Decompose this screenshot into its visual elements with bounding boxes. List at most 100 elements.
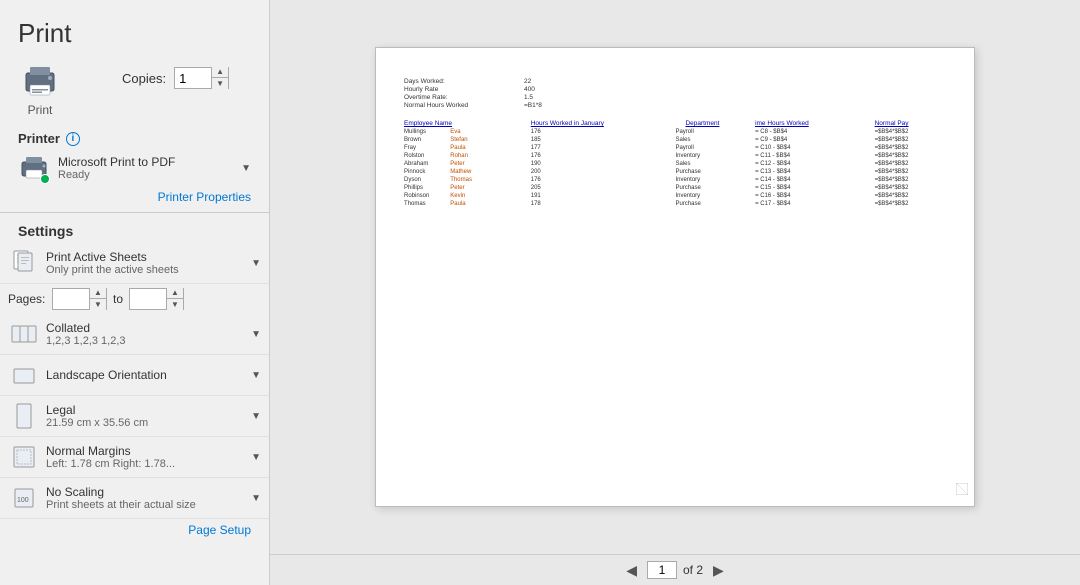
preview-info-row-4: Normal Hours Worked =B1*8 — [404, 102, 946, 109]
copies-label: Copies: — [122, 71, 166, 86]
pages-to-down-btn[interactable]: ▼ — [167, 299, 183, 310]
pages-to-input-wrap: ▲ ▼ — [129, 288, 184, 310]
setting-row-collated[interactable]: Collated 1,2,3 1,2,3 1,2,3 ▼ — [0, 314, 269, 355]
left-panel: Print Print Copies: ▲ ▼ — [0, 0, 270, 585]
table-row: BrownStefan185Sales= C9 - $B$4=$B$4*$B$2 — [404, 136, 946, 144]
margins-icon — [8, 441, 40, 473]
printer-row[interactable]: Microsoft Print to PDF Ready ▼ — [0, 148, 269, 188]
preview-info-row-2: Hourly Rate 400 — [404, 86, 946, 93]
preview-info-value-4: =B1*8 — [524, 102, 542, 109]
pages-from-up-btn[interactable]: ▲ — [90, 288, 106, 299]
printer-status: Ready — [58, 169, 233, 181]
print-button[interactable]: Print — [18, 59, 62, 117]
setting-arrow-collated: ▼ — [251, 329, 261, 340]
pages-from-down-btn[interactable]: ▼ — [90, 299, 106, 310]
table-row: AbrahamPeter190Sales= C12 - $B$4=$B$4*$B… — [404, 160, 946, 168]
setting-text-collated: Collated 1,2,3 1,2,3 1,2,3 — [46, 321, 245, 347]
table-row: RolstonRohan176Inventory= C11 - $B$4=$B$… — [404, 152, 946, 160]
pages-from-input[interactable] — [53, 289, 89, 309]
orientation-icon — [8, 359, 40, 391]
printer-icon-wrap — [18, 152, 50, 184]
copies-up-btn[interactable]: ▲ — [212, 67, 228, 78]
setting-text-margins: Normal Margins Left: 1.78 cm Right: 1.78… — [46, 444, 245, 470]
preview-table-header-row: Employee Name Hours Worked in January De… — [404, 119, 946, 128]
setting-title-paper-size: Legal — [46, 403, 245, 417]
preview-info-value-2: 400 — [524, 86, 535, 93]
setting-desc-collated: 1,2,3 1,2,3 1,2,3 — [46, 335, 245, 347]
setting-arrow-paper-size: ▼ — [251, 411, 261, 422]
page-of-text: of 2 — [683, 563, 703, 577]
preview-th-dept: Department — [675, 119, 751, 128]
printer-properties-link[interactable]: Printer Properties — [0, 188, 269, 210]
preview-info-label-4: Normal Hours Worked — [404, 102, 504, 109]
page-prev-btn[interactable]: ◀ — [622, 562, 641, 579]
pages-to-input[interactable] — [130, 289, 166, 309]
pages-from-input-wrap: ▲ ▼ — [52, 288, 107, 310]
preview-th-hours: Hours Worked in January — [491, 119, 676, 128]
copies-down-btn[interactable]: ▼ — [212, 78, 228, 89]
table-row: ThomasPaula178Purchase= C17 - $B$4=$B$4*… — [404, 200, 946, 208]
setting-row-scaling[interactable]: 100 No Scaling Print sheets at their act… — [0, 478, 269, 519]
page-number-input[interactable] — [647, 561, 677, 579]
copies-input-wrap: ▲ ▼ — [174, 67, 229, 89]
setting-text-orientation: Landscape Orientation — [46, 368, 245, 382]
pages-label: Pages: — [8, 292, 46, 306]
preview-info-label-3: Overtime Rate: — [404, 94, 504, 101]
scaling-icon: 100 — [8, 482, 40, 514]
pages-to-label: to — [113, 292, 123, 306]
setting-row-margins[interactable]: Normal Margins Left: 1.78 cm Right: 1.78… — [0, 437, 269, 478]
setting-row-orientation[interactable]: Landscape Orientation ▼ — [0, 355, 269, 396]
preview-corner-icon — [956, 482, 968, 500]
pagination-bar: ◀ of 2 ▶ — [270, 554, 1080, 585]
preview-info-label-1: Days Worked: — [404, 78, 504, 85]
preview-th-pay: Normal Pay — [855, 119, 946, 128]
settings-divider — [0, 212, 269, 213]
setting-title-print-active-sheets: Print Active Sheets — [46, 250, 245, 264]
preview-info-block: Days Worked: 22 Hourly Rate 400 Overtime… — [404, 78, 946, 109]
paper-size-icon — [8, 400, 40, 432]
pages-to-up-btn[interactable]: ▲ — [167, 288, 183, 299]
setting-text-scaling: No Scaling Print sheets at their actual … — [46, 485, 245, 511]
table-row: DysonThomas176Inventory= C14 - $B$4=$B$4… — [404, 176, 946, 184]
setting-title-orientation: Landscape Orientation — [46, 368, 245, 382]
svg-text:100: 100 — [17, 497, 29, 504]
setting-title-collated: Collated — [46, 321, 245, 335]
setting-desc-margins: Left: 1.78 cm Right: 1.78... — [46, 458, 245, 470]
setting-arrow-orientation: ▼ — [251, 370, 261, 381]
print-active-sheets-icon — [8, 247, 40, 279]
table-row: FrayPaula177Payroll= C10 - $B$4=$B$4*$B$… — [404, 144, 946, 152]
setting-desc-paper-size: 21.59 cm x 35.56 cm — [46, 417, 245, 429]
printer-name: Microsoft Print to PDF — [58, 155, 233, 169]
print-button-label: Print — [28, 103, 53, 117]
preview-info-value-1: 22 — [524, 78, 531, 85]
printer-info-icon[interactable]: i — [66, 132, 80, 146]
preview-info-label-2: Hourly Rate — [404, 86, 504, 93]
preview-info-value-3: 1.5 — [524, 94, 533, 101]
setting-text-print-active-sheets: Print Active Sheets Only print the activ… — [46, 250, 245, 276]
printer-status-dot — [40, 174, 50, 184]
setting-arrow-margins: ▼ — [251, 452, 261, 463]
collated-icon — [8, 318, 40, 350]
setting-row-print-active-sheets[interactable]: Print Active Sheets Only print the activ… — [0, 243, 269, 284]
copies-input[interactable] — [175, 68, 211, 88]
table-row: RobinsonKevin191Inventory= C16 - $B$4=$B… — [404, 192, 946, 200]
setting-arrow-print-active-sheets: ▼ — [251, 258, 261, 269]
right-panel: Days Worked: 22 Hourly Rate 400 Overtime… — [270, 0, 1080, 585]
table-row: PinnockMathew200Purchase= C13 - $B$4=$B$… — [404, 168, 946, 176]
print-icon — [18, 59, 62, 103]
page-setup-link[interactable]: Page Setup — [0, 519, 269, 541]
preview-content: Days Worked: 22 Hourly Rate 400 Overtime… — [404, 78, 946, 208]
pages-to-spinners: ▲ ▼ — [166, 288, 183, 310]
preview-info-row-3: Overtime Rate: 1.5 — [404, 94, 946, 101]
setting-row-paper-size[interactable]: Legal 21.59 cm x 35.56 cm ▼ — [0, 396, 269, 437]
printer-section-label: Printer i — [0, 125, 269, 148]
setting-desc-scaling: Print sheets at their actual size — [46, 499, 245, 511]
page-preview: Days Worked: 22 Hourly Rate 400 Overtime… — [375, 47, 975, 507]
pages-row: Pages: ▲ ▼ to ▲ ▼ — [0, 284, 269, 314]
setting-desc-print-active-sheets: Only print the active sheets — [46, 264, 245, 276]
preview-table-body: MullingsEva176Payroll= C8 - $B$4=$B$4*$B… — [404, 128, 946, 208]
copies-spinners: ▲ ▼ — [211, 67, 228, 89]
page-next-btn[interactable]: ▶ — [709, 562, 728, 579]
setting-arrow-scaling: ▼ — [251, 493, 261, 504]
setting-title-scaling: No Scaling — [46, 485, 245, 499]
